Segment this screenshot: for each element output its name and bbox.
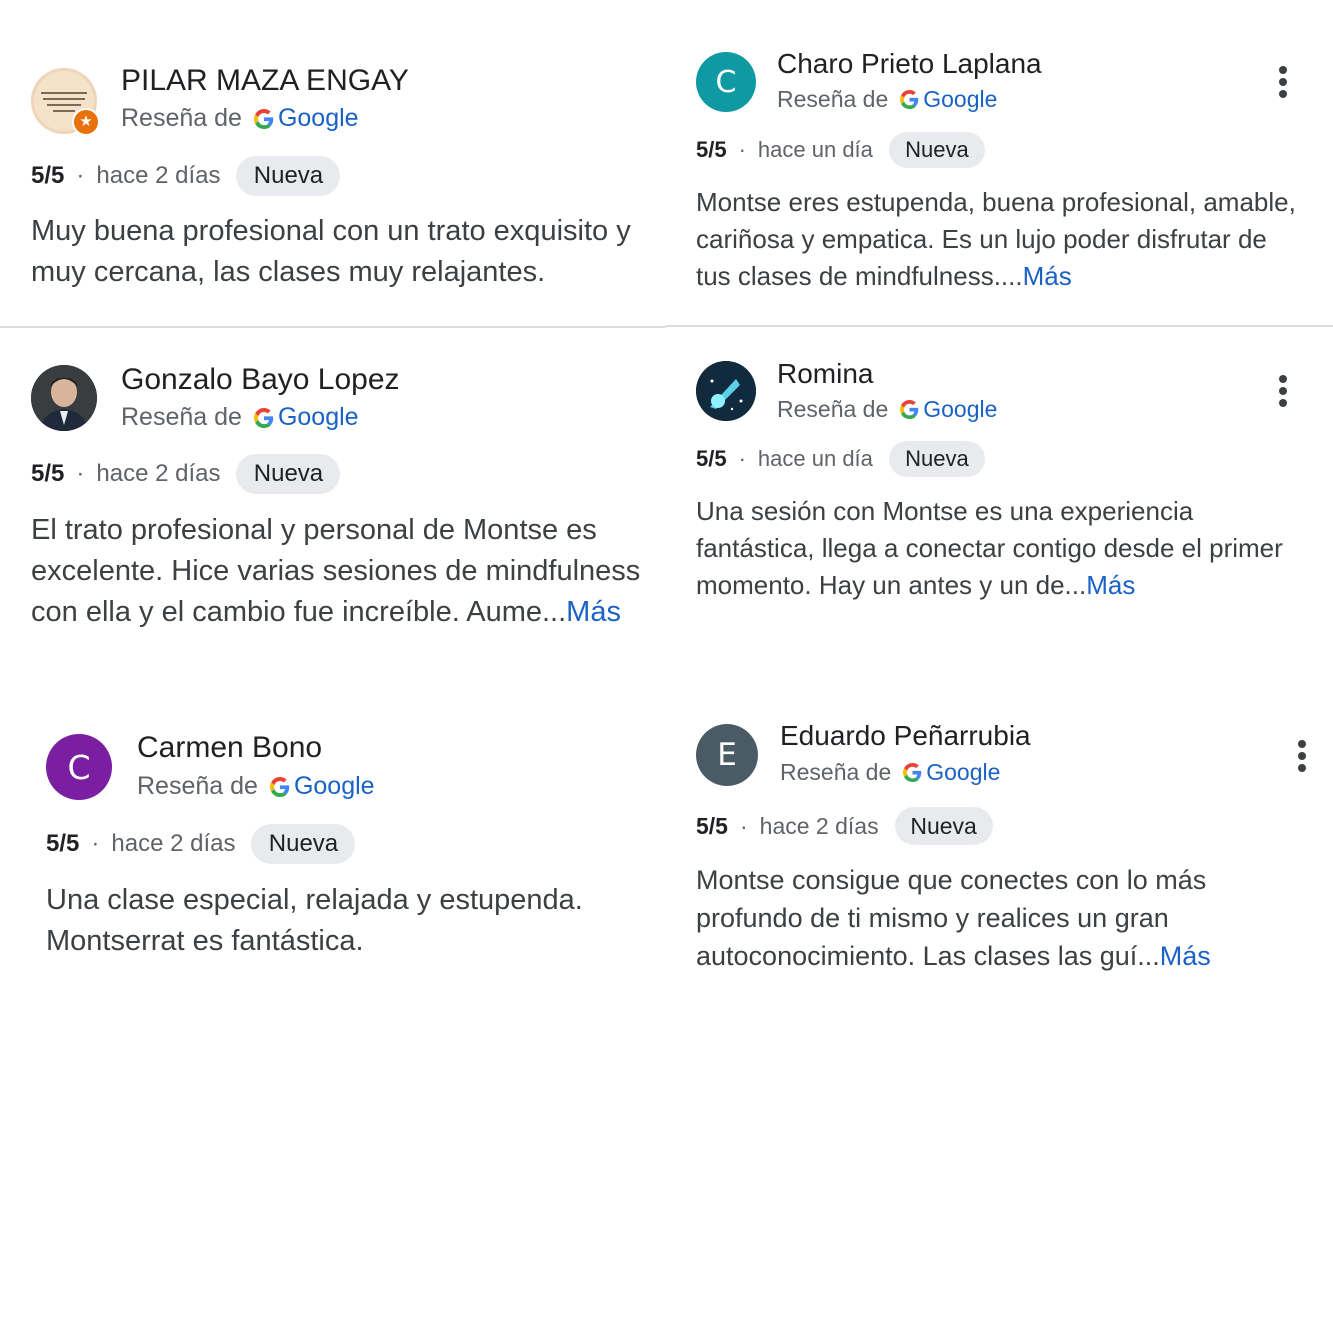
review-body: Montse eres estupenda, buena profesional… <box>696 187 1296 291</box>
separator-dot: · <box>738 446 746 471</box>
source-brand[interactable]: Google <box>294 772 375 801</box>
rating: 5/5 <box>31 460 65 487</box>
review-time: hace 2 días <box>111 830 236 857</box>
more-link[interactable]: Más <box>1086 570 1135 600</box>
letter-avatar[interactable]: C <box>696 52 756 112</box>
review-source: Reseña de Google <box>777 86 997 113</box>
review-body: Una clase especial, relajada y estupenda… <box>46 884 583 957</box>
review-source: Reseña de Google <box>777 396 997 423</box>
source-brand[interactable]: Google <box>926 759 1000 786</box>
review-text: Una sesión con Montse es una experiencia… <box>696 493 1296 604</box>
review-meta: 5/5 · hace 2 días Nueva <box>31 156 341 196</box>
rating: 5/5 <box>696 446 727 471</box>
source-prefix: Reseña de <box>121 104 242 132</box>
google-logo-icon <box>269 776 290 797</box>
review-time: hace 2 días <box>96 162 221 189</box>
reviewer-name[interactable]: Charo Prieto Laplana <box>777 48 1042 80</box>
more-link[interactable]: Más <box>1160 941 1211 971</box>
review-meta: 5/5 · hace un día Nueva <box>696 441 985 477</box>
review-text: El trato profesional y personal de Monts… <box>31 510 661 633</box>
source-prefix: Reseña de <box>137 772 258 800</box>
review-meta: 5/5 · hace 2 días Nueva <box>46 824 356 864</box>
separator-dot: · <box>739 812 748 839</box>
more-link[interactable]: Más <box>1023 261 1072 291</box>
google-logo-icon <box>900 400 919 419</box>
review-card: Gonzalo Bayo Lopez Reseña de Google 5/5 … <box>0 328 666 698</box>
review-body: Montse consigue que conectes con lo más … <box>696 865 1207 971</box>
letter-avatar[interactable]: C <box>46 734 112 800</box>
reviewer-name[interactable]: PILAR MAZA ENGAY <box>121 64 409 98</box>
review-source: Reseña de Google <box>121 403 359 432</box>
source-brand[interactable]: Google <box>278 104 359 133</box>
review-time: hace 2 días <box>759 812 879 839</box>
more-options-icon[interactable] <box>1278 66 1288 98</box>
separator-dot: · <box>76 460 85 487</box>
google-logo-icon <box>253 407 274 428</box>
new-badge: Nueva <box>888 441 985 477</box>
rating: 5/5 <box>696 812 728 839</box>
review-body: El trato profesional y personal de Monts… <box>31 514 641 628</box>
review-source: Reseña de Google <box>780 759 1000 786</box>
review-time: hace un día <box>757 137 873 162</box>
local-guide-star-icon: ★ <box>72 108 100 136</box>
reviewer-name[interactable]: Eduardo Peñarrubia <box>780 720 1031 752</box>
review-card: C Carmen Bono Reseña de Google 5/5 · hac… <box>0 698 666 1038</box>
google-logo-icon <box>900 90 919 109</box>
review-body: Una sesión con Montse es una experiencia… <box>696 496 1283 600</box>
new-badge: Nueva <box>251 824 356 864</box>
review-meta: 5/5 · hace un día Nueva <box>696 132 985 168</box>
person-photo-avatar[interactable] <box>31 365 97 431</box>
rating: 5/5 <box>696 137 727 162</box>
source-brand[interactable]: Google <box>923 86 997 113</box>
review-time: hace un día <box>757 446 873 471</box>
review-meta: 5/5 · hace 2 días Nueva <box>696 807 993 845</box>
source-prefix: Reseña de <box>121 403 242 431</box>
rating: 5/5 <box>46 830 80 857</box>
review-text: Una clase especial, relajada y estupenda… <box>46 880 646 962</box>
more-options-icon[interactable] <box>1297 740 1307 772</box>
review-body: Muy buena profesional con un trato exqui… <box>31 215 631 288</box>
new-badge: Nueva <box>888 132 985 168</box>
reviewer-name[interactable]: Romina <box>777 358 873 390</box>
review-source: Reseña de Google <box>121 104 359 133</box>
more-options-icon[interactable] <box>1278 375 1288 407</box>
source-prefix: Reseña de <box>777 396 889 422</box>
reviewer-name[interactable]: Gonzalo Bayo Lopez <box>121 363 400 397</box>
review-meta: 5/5 · hace 2 días Nueva <box>31 454 341 494</box>
google-logo-icon <box>253 108 274 129</box>
review-card: Romina Reseña de Google 5/5 · hace un dí… <box>666 327 1333 697</box>
reviewer-name[interactable]: Carmen Bono <box>137 731 322 765</box>
separator-dot: · <box>91 830 100 857</box>
separator-dot: · <box>738 137 746 162</box>
new-badge: Nueva <box>236 454 341 494</box>
source-prefix: Reseña de <box>780 759 892 785</box>
review-card: C Charo Prieto Laplana Reseña de Google … <box>666 0 1333 325</box>
review-card: ★ PILAR MAZA ENGAY Reseña de Google 5/5 … <box>0 0 666 326</box>
new-badge: Nueva <box>236 156 341 196</box>
more-link[interactable]: Más <box>566 596 621 628</box>
comet-avatar[interactable] <box>696 361 756 421</box>
review-text: Muy buena profesional con un trato exqui… <box>31 211 661 293</box>
review-text: Montse consigue que conectes con lo más … <box>696 861 1296 975</box>
separator-dot: · <box>76 162 85 189</box>
new-badge: Nueva <box>894 807 993 845</box>
source-brand[interactable]: Google <box>923 396 997 423</box>
letter-avatar[interactable]: E <box>696 724 758 786</box>
review-text: Montse eres estupenda, buena profesional… <box>696 184 1296 295</box>
review-card: E Eduardo Peñarrubia Reseña de Google 5/… <box>666 697 1333 1037</box>
source-prefix: Reseña de <box>777 86 889 112</box>
review-time: hace 2 días <box>96 460 221 487</box>
review-source: Reseña de Google <box>137 772 375 801</box>
source-brand[interactable]: Google <box>278 403 359 432</box>
google-logo-icon <box>903 763 922 782</box>
rating: 5/5 <box>31 162 65 189</box>
